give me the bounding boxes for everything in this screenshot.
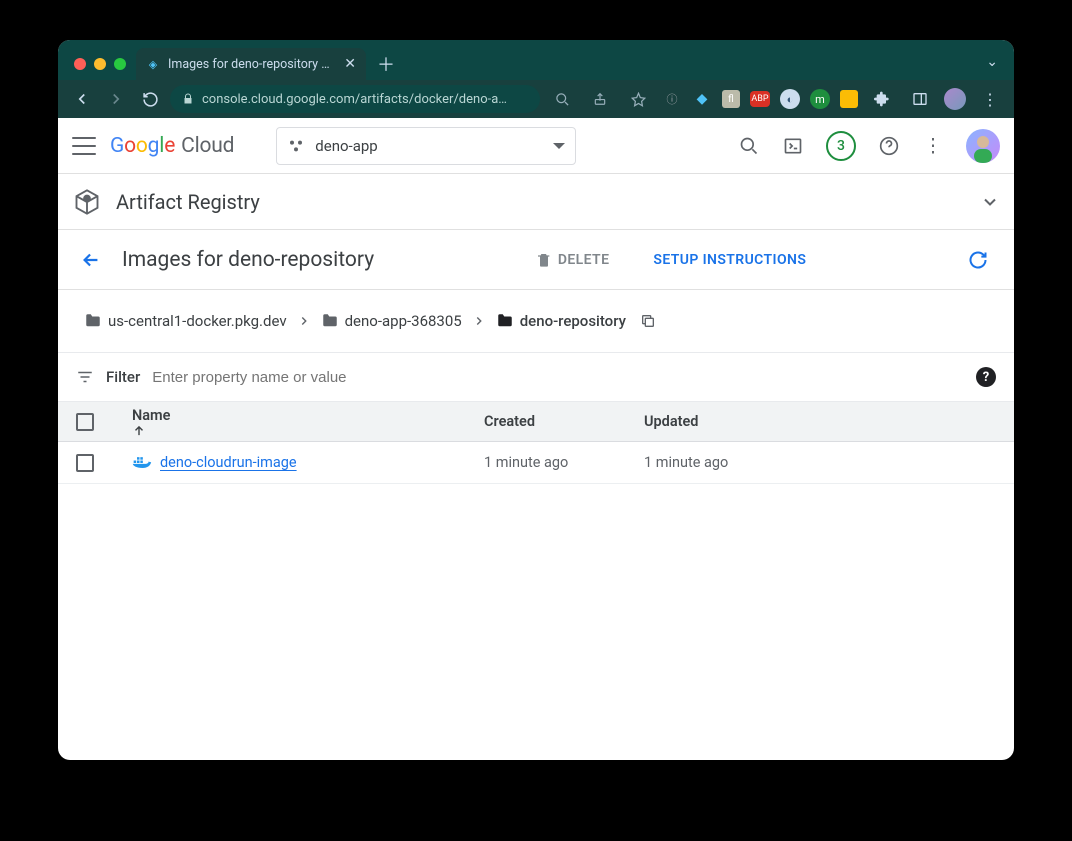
extension-icon[interactable]: fl	[722, 90, 740, 108]
copy-icon[interactable]	[640, 313, 656, 329]
table-header: Name Created Updated	[58, 402, 1014, 442]
breadcrumb-item[interactable]: deno-app-368305	[321, 312, 462, 330]
search-icon[interactable]	[738, 135, 760, 157]
select-all-checkbox[interactable]	[76, 413, 94, 431]
folder-icon	[84, 312, 102, 330]
notifications-badge[interactable]: 3	[826, 131, 856, 161]
breadcrumb-label: us-central1-docker.pkg.dev	[108, 312, 287, 330]
share-icon[interactable]	[586, 85, 614, 113]
filter-input[interactable]	[152, 369, 964, 386]
extensions-icon[interactable]	[868, 85, 896, 113]
breadcrumb-item-current: deno-repository	[496, 312, 626, 330]
chevron-right-icon	[472, 314, 486, 328]
url-text: console.cloud.google.com/artifacts/docke…	[202, 92, 528, 107]
image-name-link[interactable]: deno-cloudrun-image	[132, 454, 484, 471]
browser-tab[interactable]: ◈ Images for deno-repository – A ✕	[136, 48, 366, 80]
forward-button[interactable]	[102, 85, 130, 113]
column-header-name[interactable]: Name	[132, 406, 484, 438]
service-header: Artifact Registry	[58, 174, 1014, 230]
cloud-shell-icon[interactable]	[782, 135, 804, 157]
tab-favicon: ◈	[146, 57, 160, 71]
back-arrow-button[interactable]	[80, 249, 102, 271]
tab-strip: ◈ Images for deno-repository – A ✕ ＋ ⌄	[58, 40, 1014, 80]
gcp-logo-text: Cloud	[181, 134, 234, 158]
chevron-right-icon	[297, 314, 311, 328]
image-name: deno-cloudrun-image	[160, 454, 297, 471]
column-header-created[interactable]: Created	[484, 413, 644, 430]
address-bar[interactable]: console.cloud.google.com/artifacts/docke…	[170, 85, 540, 113]
sort-ascending-icon	[132, 424, 484, 438]
back-button[interactable]	[68, 85, 96, 113]
account-avatar[interactable]	[966, 129, 1000, 163]
window-controls	[70, 58, 136, 80]
tab-title: Images for deno-repository – A	[168, 57, 336, 72]
chevron-down-icon	[553, 143, 565, 149]
images-table: Name Created Updated deno-cloudrun-image…	[58, 402, 1014, 484]
chevron-down-icon[interactable]	[980, 192, 1000, 212]
filter-bar: Filter ?	[58, 353, 1014, 402]
delete-button[interactable]: DELETE	[536, 252, 610, 268]
lock-icon	[182, 93, 194, 105]
new-tab-button[interactable]: ＋	[372, 50, 400, 78]
breadcrumb-label: deno-app-368305	[345, 312, 462, 330]
service-title: Artifact Registry	[116, 190, 260, 214]
gcp-logo[interactable]: Google Cloud	[110, 134, 234, 158]
filter-label: Filter	[106, 368, 140, 386]
folder-icon	[321, 312, 339, 330]
profile-avatar[interactable]	[944, 88, 966, 110]
browser-window: ◈ Images for deno-repository – A ✕ ＋ ⌄ c…	[58, 40, 1014, 760]
more-menu-icon[interactable]: ⋮	[922, 135, 944, 157]
column-header-updated[interactable]: Updated	[644, 413, 996, 430]
tab-close-icon[interactable]: ✕	[344, 56, 356, 72]
window-close-button[interactable]	[74, 58, 86, 70]
extension-icon[interactable]: ◐	[780, 89, 800, 109]
extension-icon[interactable]: ABP	[750, 91, 770, 107]
extension-icons: ⓘ ◆ fl ABP ◐ m ⋮	[548, 85, 1004, 113]
window-minimize-button[interactable]	[94, 58, 106, 70]
breadcrumb-item[interactable]: us-central1-docker.pkg.dev	[84, 312, 287, 330]
row-checkbox[interactable]	[76, 454, 94, 472]
project-icon	[287, 137, 305, 155]
tabs-overflow-icon[interactable]: ⌄	[986, 54, 1014, 80]
browser-menu-icon[interactable]: ⋮	[976, 85, 1004, 113]
page-title: Images for deno-repository	[122, 248, 374, 272]
extension-icon[interactable]	[840, 90, 858, 108]
project-picker[interactable]: deno-app	[276, 127, 576, 165]
window-zoom-button[interactable]	[114, 58, 126, 70]
refresh-button[interactable]	[968, 250, 988, 270]
project-name: deno-app	[315, 137, 377, 155]
filter-icon[interactable]	[76, 368, 94, 386]
toolbar: console.cloud.google.com/artifacts/docke…	[58, 80, 1014, 118]
page-header: Images for deno-repository DELETE SETUP …	[58, 230, 1014, 290]
nav-menu-button[interactable]	[72, 137, 96, 155]
folder-icon	[496, 312, 514, 330]
extension-icon[interactable]: m	[810, 89, 830, 109]
breadcrumb-label: deno-repository	[520, 312, 626, 330]
reload-button[interactable]	[136, 85, 164, 113]
breadcrumb: us-central1-docker.pkg.dev deno-app-3683…	[58, 290, 1014, 353]
table-row: deno-cloudrun-image 1 minute ago 1 minut…	[58, 442, 1014, 484]
bookmark-icon[interactable]	[624, 85, 652, 113]
zoom-icon[interactable]	[548, 85, 576, 113]
help-icon[interactable]: ?	[976, 367, 996, 387]
extension-icon[interactable]: ⓘ	[662, 89, 682, 109]
image-created: 1 minute ago	[484, 454, 644, 471]
gcp-topbar: Google Cloud deno-app 3 ⋮	[58, 118, 1014, 174]
delete-label: DELETE	[558, 252, 610, 268]
sidepanel-icon[interactable]	[906, 85, 934, 113]
artifact-registry-icon	[72, 187, 102, 217]
docker-icon	[132, 455, 152, 471]
extension-icon[interactable]: ◆	[692, 89, 712, 109]
image-updated: 1 minute ago	[644, 454, 996, 471]
setup-instructions-button[interactable]: SETUP INSTRUCTIONS	[653, 252, 806, 268]
help-icon[interactable]	[878, 135, 900, 157]
